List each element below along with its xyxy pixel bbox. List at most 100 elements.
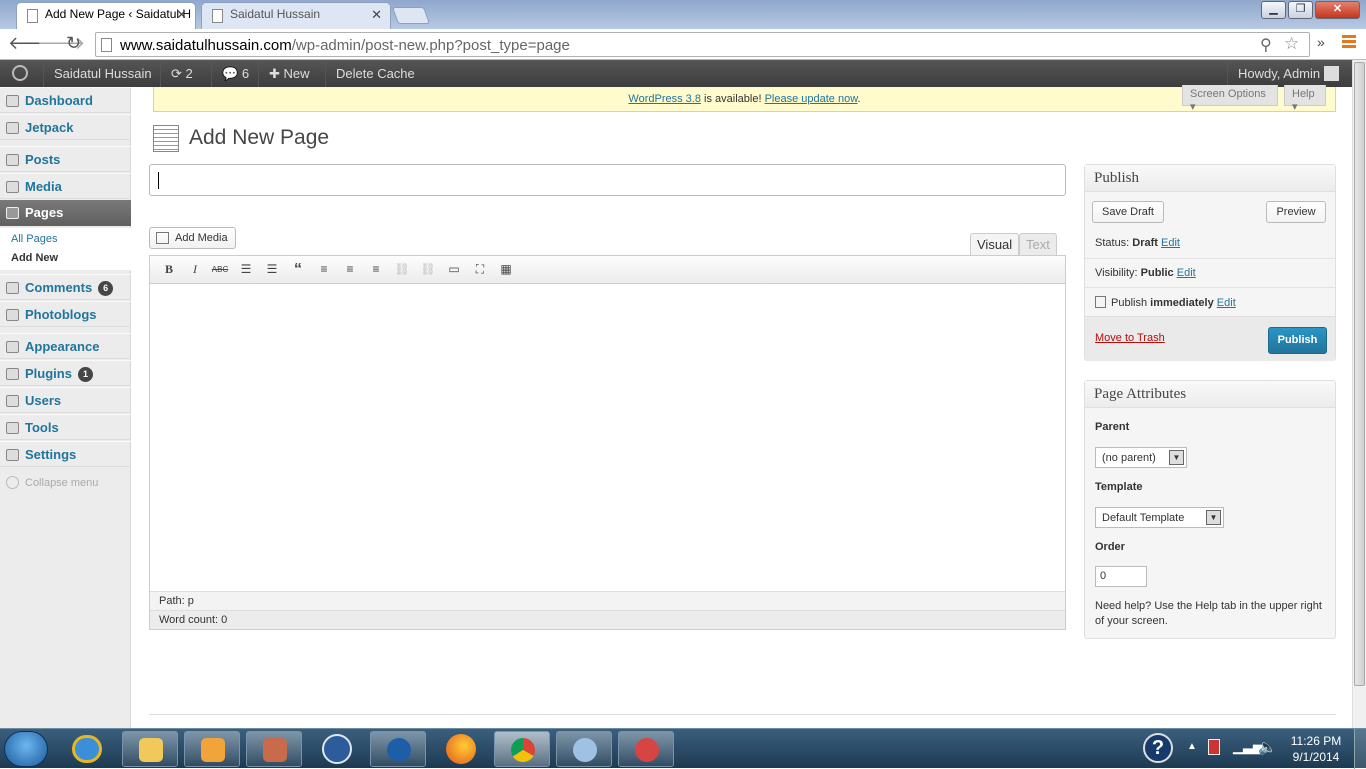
bullet-list-icon[interactable]: ☰ bbox=[237, 261, 255, 278]
close-tab-icon[interactable]: ✕ bbox=[176, 7, 187, 23]
sidebar-item-photoblogs[interactable]: Photoblogs bbox=[0, 301, 131, 327]
parent-select[interactable]: (no parent) ▼ bbox=[1095, 447, 1187, 468]
tab-text[interactable]: Text bbox=[1019, 233, 1057, 256]
template-select[interactable]: Default Template ▼ bbox=[1095, 507, 1224, 528]
internet-explorer-icon[interactable] bbox=[72, 735, 102, 763]
comments-link[interactable]: 💬 6 bbox=[211, 60, 259, 87]
sidebar-item-plugins[interactable]: Plugins 1 bbox=[0, 360, 131, 386]
calendar-icon bbox=[1095, 296, 1106, 308]
action-center-icon[interactable] bbox=[1208, 739, 1220, 755]
new-content-link[interactable]: ✚ New bbox=[258, 60, 320, 87]
address-bar[interactable]: www.saidatulhussain.com/wp-admin/post-ne… bbox=[95, 32, 1310, 57]
tab-visual[interactable]: Visual bbox=[970, 233, 1020, 256]
visibility-row: Visibility: Public Edit bbox=[1095, 267, 1196, 279]
submenu-all-pages[interactable]: All Pages bbox=[11, 233, 57, 245]
bold-icon[interactable]: B bbox=[160, 261, 178, 278]
media-icon bbox=[156, 232, 169, 244]
sidebar-item-users[interactable]: Users bbox=[0, 387, 131, 413]
title-input[interactable] bbox=[149, 164, 1066, 196]
align-center-icon[interactable]: ≡ bbox=[341, 261, 359, 278]
scrollbar-thumb[interactable] bbox=[1354, 62, 1365, 686]
blockquote-icon[interactable]: “ bbox=[289, 261, 307, 278]
delete-cache-link[interactable]: Delete Cache bbox=[325, 60, 425, 87]
submenu-add-new[interactable]: Add New bbox=[11, 252, 58, 264]
taskbar-explorer[interactable] bbox=[122, 731, 178, 767]
page-icon bbox=[27, 9, 38, 23]
extensions-overflow-icon[interactable]: » bbox=[1317, 34, 1325, 50]
help-tray-icon[interactable]: ? bbox=[1143, 733, 1173, 763]
update-now-link[interactable]: Please update now bbox=[765, 93, 858, 105]
start-button[interactable] bbox=[4, 731, 48, 767]
strikethrough-icon[interactable]: ABC bbox=[211, 261, 229, 278]
show-hidden-icons-icon[interactable]: ▲ bbox=[1187, 741, 1197, 752]
wordpress-version-link[interactable]: WordPress 3.8 bbox=[628, 93, 701, 105]
sidebar-item-appearance[interactable]: Appearance bbox=[0, 333, 131, 359]
save-draft-button[interactable]: Save Draft bbox=[1092, 201, 1164, 223]
firefox-icon[interactable] bbox=[446, 734, 476, 764]
read-more-icon[interactable]: ▭ bbox=[445, 261, 463, 278]
minimize-icon[interactable]: ▁ bbox=[1261, 1, 1286, 19]
sidebar-item-settings[interactable]: Settings bbox=[0, 441, 131, 467]
chrome-menu-icon[interactable] bbox=[1342, 35, 1356, 49]
unlink-icon[interactable]: ⛓ bbox=[419, 261, 437, 278]
browser-tab-active[interactable]: Add New Page ‹ Saidatul H ✕ bbox=[16, 2, 196, 29]
fullscreen-icon[interactable]: ⛶ bbox=[471, 261, 489, 278]
tab-title: Saidatul Hussain bbox=[230, 7, 321, 21]
volume-icon[interactable]: 🔈 bbox=[1258, 738, 1277, 756]
preview-button[interactable]: Preview bbox=[1266, 201, 1326, 223]
maximize-icon[interactable]: ❐ bbox=[1288, 1, 1313, 19]
collapse-menu-button[interactable]: Collapse menu bbox=[6, 476, 98, 489]
appearance-icon bbox=[6, 341, 19, 353]
sidebar-item-dashboard[interactable]: Dashboard bbox=[0, 87, 131, 113]
browser-tab[interactable]: Saidatul Hussain ✕ bbox=[201, 2, 391, 29]
taskbar-snipping[interactable] bbox=[618, 731, 674, 767]
plus-icon: ✚ bbox=[269, 66, 280, 81]
show-desktop-button[interactable] bbox=[1354, 729, 1366, 769]
close-tab-icon[interactable]: ✕ bbox=[371, 7, 382, 23]
comment-bubble-icon: 💬 bbox=[222, 66, 239, 81]
page-scrollbar[interactable] bbox=[1352, 60, 1366, 728]
sidebar-item-tools[interactable]: Tools bbox=[0, 414, 131, 440]
edit-visibility-link[interactable]: Edit bbox=[1177, 267, 1196, 279]
reload-icon[interactable]: ↻ bbox=[66, 32, 81, 54]
system-clock[interactable]: 11:26 PM 9/1/2014 bbox=[1284, 733, 1348, 765]
new-tab-button[interactable] bbox=[391, 7, 431, 24]
taskbar-app[interactable] bbox=[246, 731, 302, 767]
site-name-link[interactable]: Saidatul Hussain bbox=[43, 60, 162, 87]
help-button[interactable]: Help ▾ bbox=[1284, 85, 1326, 113]
sidebar-item-pages[interactable]: Pages bbox=[0, 200, 131, 226]
updates-link[interactable]: ⟳ 2 bbox=[160, 60, 203, 87]
bookmark-star-icon[interactable]: ☆ bbox=[1284, 34, 1299, 54]
sidebar-item-jetpack[interactable]: Jetpack bbox=[0, 114, 131, 140]
numbered-list-icon[interactable]: ☰ bbox=[263, 261, 281, 278]
comment-icon bbox=[6, 282, 19, 294]
move-to-trash-link[interactable]: Move to Trash bbox=[1095, 332, 1165, 344]
dashboard-icon bbox=[6, 95, 19, 107]
sidebar-item-comments[interactable]: Comments 6 bbox=[0, 274, 131, 300]
screen-options-button[interactable]: Screen Options ▾ bbox=[1182, 85, 1278, 113]
thunderbird-icon[interactable] bbox=[322, 734, 352, 764]
my-account-link[interactable]: Howdy, Admin bbox=[1227, 60, 1349, 87]
zoom-icon[interactable]: ⚲ bbox=[1260, 35, 1272, 55]
italic-icon[interactable]: I bbox=[186, 261, 204, 278]
edit-publish-time-link[interactable]: Edit bbox=[1217, 297, 1236, 309]
edit-status-link[interactable]: Edit bbox=[1161, 237, 1180, 249]
taskbar-hp[interactable] bbox=[370, 731, 426, 767]
taskbar-paint[interactable] bbox=[556, 731, 612, 767]
plugin-icon bbox=[6, 368, 19, 380]
taskbar-chrome[interactable] bbox=[494, 731, 550, 767]
editor-body[interactable] bbox=[150, 285, 1065, 590]
kitchen-sink-icon[interactable]: ▦ bbox=[497, 261, 515, 278]
add-media-button[interactable]: Add Media bbox=[149, 227, 236, 249]
align-right-icon[interactable]: ≡ bbox=[367, 261, 385, 278]
wordpress-logo-icon[interactable] bbox=[2, 60, 38, 87]
sidebar-item-posts[interactable]: Posts bbox=[0, 146, 131, 172]
window-close-icon[interactable]: ✕ bbox=[1315, 1, 1360, 19]
taskbar-media[interactable] bbox=[184, 731, 240, 767]
align-left-icon[interactable]: ≡ bbox=[315, 261, 333, 278]
insert-link-icon[interactable]: ⛓ bbox=[393, 261, 411, 278]
publish-button[interactable]: Publish bbox=[1268, 327, 1327, 354]
help-text: Need help? Use the Help tab in the upper… bbox=[1095, 600, 1322, 612]
sidebar-item-media[interactable]: Media bbox=[0, 173, 131, 199]
order-input[interactable]: 0 bbox=[1095, 566, 1147, 587]
